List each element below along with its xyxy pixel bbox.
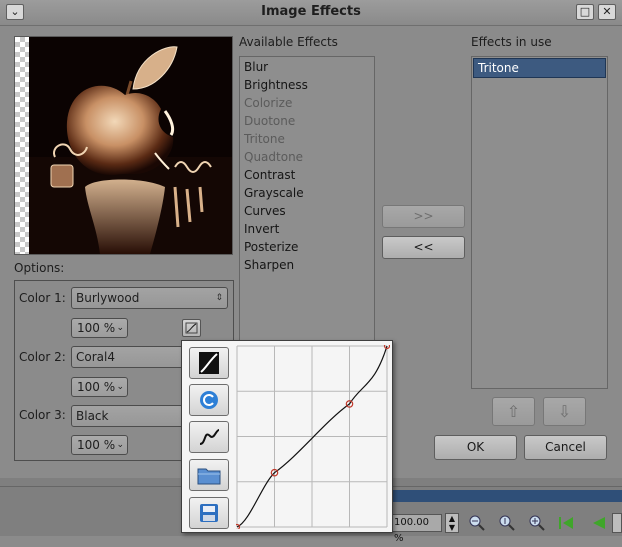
color1-label: Color 1:	[19, 291, 66, 305]
restore-button[interactable]: □	[576, 4, 594, 20]
zoom-out-icon[interactable]	[468, 514, 486, 532]
zoom-reset-icon[interactable]	[498, 514, 516, 532]
remove-effect-button[interactable]: <<	[382, 236, 465, 259]
chevron-down-icon: ⌄	[116, 382, 124, 392]
color2-label: Color 2:	[19, 350, 66, 364]
first-page-icon[interactable]	[557, 514, 575, 532]
effect-item-quadtone: Quadtone	[244, 150, 304, 164]
next-page-button[interactable]	[612, 513, 622, 533]
folder-icon	[197, 468, 221, 485]
save-curve-button[interactable]	[189, 497, 229, 529]
chevron-down-icon: ⌄	[116, 440, 124, 450]
reset-curve-button[interactable]	[189, 384, 229, 416]
effect-item-contrast[interactable]: Contrast	[244, 168, 295, 182]
effect-item-blur[interactable]: Blur	[244, 60, 268, 74]
color2-value: Coral4	[76, 350, 115, 364]
curve-edit-icon	[185, 322, 198, 334]
effect-item-invert[interactable]: Invert	[244, 222, 279, 236]
available-effects-list[interactable]: Blur Brightness Colorize Duotone Tritone Quad…	[239, 56, 375, 352]
color3-label: Color 3:	[19, 408, 66, 422]
effect-item-duotone: Duotone	[244, 114, 296, 128]
effect-item-colorize: Colorize	[244, 96, 293, 110]
bezier-curve-icon	[199, 429, 220, 445]
invert-curve-button[interactable]	[189, 347, 229, 379]
zoom-spin[interactable]: ▲ ▼	[445, 513, 459, 533]
color3-value: Black	[76, 409, 109, 423]
restore-icon: □	[579, 5, 591, 18]
cancel-button[interactable]: Cancel	[524, 435, 607, 460]
color1-percent-select[interactable]: 100 % ⌄	[71, 318, 128, 338]
effect-item-tritone: Tritone	[244, 132, 285, 146]
effect-item-sharpen[interactable]: Sharpen	[244, 258, 294, 272]
curves-popup	[181, 340, 393, 533]
move-up-button[interactable]: ⇧	[492, 397, 535, 426]
effect-item-posterize[interactable]: Posterize	[244, 240, 298, 254]
effects-in-use-label: Effects in use	[471, 35, 552, 49]
close-icon: ✕	[602, 5, 612, 18]
color2-percent-select[interactable]: 100 % ⌄	[71, 377, 128, 397]
color1-select[interactable]: Burlywood ⇕	[71, 287, 228, 309]
color3-percent-select[interactable]: 100 % ⌄	[71, 435, 128, 455]
add-effect-button[interactable]: >>	[382, 205, 465, 228]
save-icon	[200, 504, 218, 522]
color1-value: Burlywood	[76, 291, 140, 305]
zoom-in-icon[interactable]	[528, 514, 546, 532]
effect-preview-image	[14, 36, 233, 255]
zoom-value: 100.00 %	[394, 517, 429, 544]
color1-percent-value: 100 %	[77, 321, 116, 335]
invert-icon	[199, 352, 219, 374]
updown-arrows-icon: ⇕	[215, 293, 223, 303]
effect-item-brightness[interactable]: Brightness	[244, 78, 308, 92]
previous-page-icon[interactable]	[589, 514, 607, 532]
move-down-button[interactable]: ⇩	[543, 397, 586, 426]
available-effects-label: Available Effects	[239, 35, 338, 49]
curve-graph[interactable]	[236, 345, 390, 529]
window-title: Image Effects	[261, 4, 361, 19]
color2-percent-value: 100 %	[77, 380, 116, 394]
progress-strip	[390, 490, 622, 502]
effect-item-curves[interactable]: Curves	[244, 204, 286, 218]
curve-linear-button[interactable]	[189, 421, 229, 453]
in-use-item-tritone[interactable]: Tritone	[473, 58, 606, 78]
arrow-down-icon: ⇩	[557, 402, 572, 421]
color3-percent-value: 100 %	[77, 438, 116, 452]
effects-in-use-list[interactable]: Tritone	[471, 56, 608, 389]
zoom-field[interactable]: 100.00 %	[390, 514, 442, 544]
reset-icon	[200, 391, 218, 409]
preview-artwork	[29, 37, 232, 254]
curve-grid	[236, 345, 388, 528]
options-label: Options:	[14, 261, 65, 275]
chevron-down-icon: ⌄	[116, 323, 124, 333]
close-button[interactable]: ✕	[598, 4, 616, 20]
curves-editor-toggle[interactable]	[182, 319, 201, 337]
ok-button[interactable]: OK	[434, 435, 517, 460]
open-curve-button[interactable]	[189, 459, 229, 491]
arrow-up-icon: ⇧	[506, 402, 521, 421]
effect-item-grayscale[interactable]: Grayscale	[244, 186, 304, 200]
